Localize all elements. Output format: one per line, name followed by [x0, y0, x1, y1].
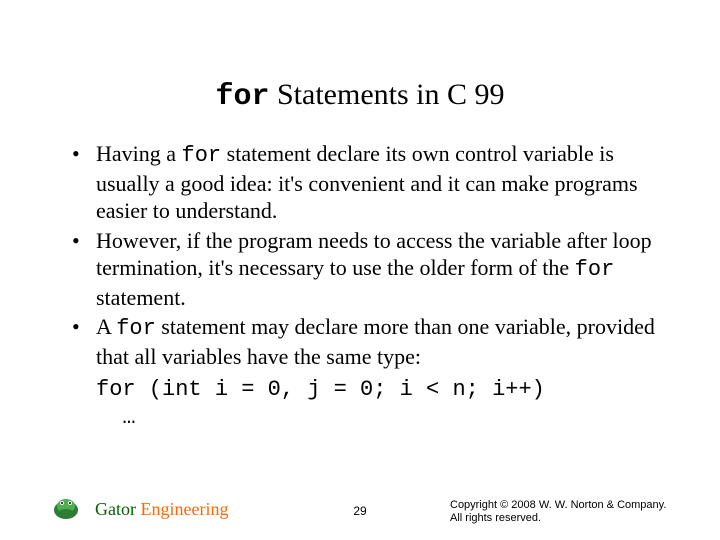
list-item: However, if the program needs to access … — [70, 227, 670, 312]
title-code: for — [215, 80, 269, 114]
slide: for Statements in C 99 Having a for stat… — [0, 0, 720, 540]
copyright-notice: Copyright © 2008 W. W. Norton & Company.… — [450, 499, 680, 527]
list-item: A for statement may declare more than on… — [70, 313, 670, 370]
code-example: for (int i = 0, j = 0; i < n; i++) … — [70, 376, 670, 431]
bullet-text-post: statement may declare more than one vari… — [96, 314, 655, 369]
bullet-list: Having a for statement declare its own c… — [70, 140, 670, 370]
slide-body: Having a for statement declare its own c… — [70, 140, 670, 431]
slide-title: for Statements in C 99 — [0, 78, 720, 114]
bullet-code: for — [575, 257, 615, 282]
bullet-text-pre: Having a — [96, 141, 182, 166]
copyright-line1: Copyright © 2008 W. W. Norton & Company. — [450, 499, 680, 513]
bullet-text-post: statement. — [96, 285, 186, 310]
list-item: Having a for statement declare its own c… — [70, 140, 670, 225]
bullet-text-pre: A — [96, 314, 116, 339]
copyright-line2: All rights reserved. — [450, 512, 680, 526]
bullet-text-pre: However, if the program needs to access … — [96, 228, 652, 281]
bullet-code: for — [116, 316, 156, 341]
title-rest: Statements in C 99 — [270, 78, 505, 111]
bullet-code: for — [182, 143, 222, 168]
